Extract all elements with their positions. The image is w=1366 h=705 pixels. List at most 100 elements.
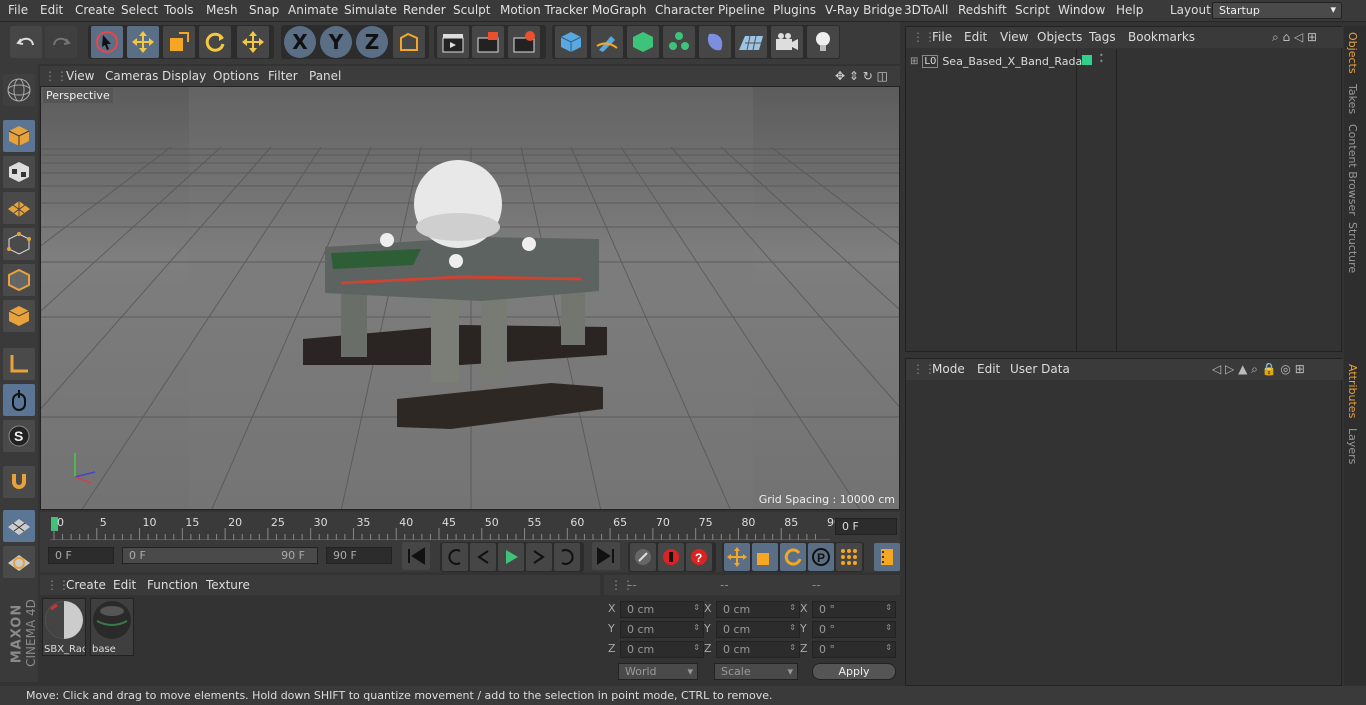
tweak-mode-button[interactable] [3, 384, 35, 416]
pen-spline-button[interactable] [591, 26, 623, 58]
menu-vray-bridge[interactable]: V-Ray Bridge [825, 3, 902, 17]
menu-3dtoall[interactable]: 3DToAll [904, 3, 948, 17]
stepper-icon[interactable]: ⇕ [693, 643, 700, 652]
polygons-mode-button[interactable] [3, 300, 35, 332]
material-menu-create[interactable]: Create [66, 578, 106, 592]
floor-button[interactable] [735, 26, 767, 58]
previous-key-button[interactable] [442, 543, 468, 571]
menu-motion-tracker[interactable]: Motion Tracker [500, 3, 588, 17]
material-swatch[interactable]: base [90, 598, 134, 656]
tab-content-browser[interactable]: Content Browser [1346, 124, 1359, 216]
stepper-icon[interactable]: ⇕ [693, 623, 700, 632]
tab-takes[interactable]: Takes [1346, 84, 1359, 114]
menu-window[interactable]: Window [1058, 3, 1105, 17]
menu-help[interactable]: Help [1116, 3, 1143, 17]
menu-mograph[interactable]: MoGraph [592, 3, 647, 17]
coord-size-mode-select[interactable]: Scale ▾ [714, 663, 798, 680]
go-to-start-button[interactable] [402, 542, 430, 570]
apply-button[interactable]: Apply [812, 663, 896, 680]
menu-tools[interactable]: Tools [164, 3, 194, 17]
menu-sculpt[interactable]: Sculpt [453, 3, 490, 17]
timeline-ruler[interactable]: 0 5 10 15 20 25 30 35 40 45 50 55 60 65 70 75 80 85 90 0 F [40, 512, 900, 542]
tab-attributes[interactable]: Attributes [1346, 364, 1359, 418]
coord-mode-select[interactable]: World ▾ [618, 663, 698, 680]
menu-redshift[interactable]: Redshift [958, 3, 1007, 17]
play-button[interactable] [498, 543, 524, 571]
menu-pipeline[interactable]: Pipeline [718, 3, 765, 17]
viewport-menu-cameras[interactable]: Cameras [105, 69, 158, 83]
workplane-lock-button[interactable] [3, 510, 35, 542]
y-axis-button[interactable]: Y [320, 26, 352, 58]
record-active-button[interactable] [658, 543, 684, 571]
rotate-tool-button[interactable] [199, 26, 231, 58]
texture-mode-button[interactable] [3, 156, 35, 188]
current-frame-field[interactable]: 0 F [835, 518, 897, 535]
size-field[interactable]: 0 cm ⇕ [716, 621, 800, 638]
autokey-button[interactable]: ? [686, 543, 712, 571]
perspective-viewport[interactable]: Perspective Grid Spacing : 10000 cm [40, 86, 900, 510]
stepper-icon[interactable]: ⇕ [885, 603, 892, 612]
scale-tool-button[interactable] [163, 26, 195, 58]
object-nav-icons[interactable]: ⌕ ⌂ ◁ ⊞ [1272, 30, 1317, 45]
menu-plugins[interactable]: Plugins [773, 3, 816, 17]
material-menu-texture[interactable]: Texture [206, 578, 250, 592]
size-field[interactable]: 0 cm ⇕ [716, 601, 800, 618]
tab-objects[interactable]: Objects [1346, 32, 1359, 74]
frame-range-slider[interactable]: 0 F 90 F [122, 547, 318, 564]
stepper-icon[interactable]: ⇕ [789, 623, 796, 632]
next-key-button[interactable] [554, 543, 580, 571]
recent-tool-button[interactable] [237, 26, 269, 58]
material-swatch[interactable]: SBX_Rac [42, 598, 86, 656]
deformer-button[interactable] [699, 26, 731, 58]
layout-select[interactable]: Startup ▾ [1212, 2, 1342, 19]
position-field[interactable]: 0 cm ⇕ [620, 601, 704, 618]
object-menu-edit[interactable]: Edit [964, 30, 987, 44]
menu-animate[interactable]: Animate [288, 3, 338, 17]
key-position-button[interactable] [724, 543, 750, 571]
live-selection-button[interactable] [91, 26, 123, 58]
go-to-end-button[interactable] [592, 542, 620, 570]
enable-snap-button[interactable] [3, 466, 35, 498]
menu-create[interactable]: Create [75, 3, 115, 17]
undo-button[interactable] [10, 26, 42, 58]
axis-mode-button[interactable] [3, 348, 35, 380]
menu-snap[interactable]: Snap [249, 3, 279, 17]
menu-character[interactable]: Character [655, 3, 714, 17]
position-field[interactable]: 0 cm ⇕ [620, 641, 704, 658]
model-mode-button[interactable] [3, 120, 35, 152]
light-button[interactable] [807, 26, 839, 58]
rotation-field[interactable]: 0 ° ⇕ [812, 641, 896, 658]
menu-script[interactable]: Script [1015, 3, 1050, 17]
layer-color-tag[interactable] [1082, 55, 1092, 65]
points-mode-button[interactable] [3, 228, 35, 260]
stepper-icon[interactable]: ⇕ [789, 603, 796, 612]
viewport-menu-options[interactable]: Options [213, 69, 259, 83]
cloner-button[interactable] [663, 26, 695, 58]
cube-button[interactable] [555, 26, 587, 58]
expand-icon[interactable]: ⊞ [910, 56, 918, 67]
render-settings-button[interactable] [508, 26, 540, 58]
timeline-window-button[interactable] [874, 543, 900, 571]
menu-render[interactable]: Render [403, 3, 446, 17]
key-scale-button[interactable] [752, 543, 778, 571]
menu-simulate[interactable]: Simulate [344, 3, 397, 17]
previous-frame-button[interactable] [470, 543, 496, 571]
object-menu-tags[interactable]: Tags [1089, 30, 1116, 44]
z-axis-button[interactable]: Z [356, 26, 388, 58]
stepper-icon[interactable]: ⇕ [885, 643, 892, 652]
material-menu-edit[interactable]: Edit [113, 578, 136, 592]
viewport-menu-panel[interactable]: Panel [309, 69, 341, 83]
attribute-menu-user-data[interactable]: User Data [1010, 362, 1070, 376]
menu-select[interactable]: Select [121, 3, 158, 17]
viewport-menu-view[interactable]: View [66, 69, 94, 83]
menu-mesh[interactable]: Mesh [206, 3, 238, 17]
size-field[interactable]: 0 cm ⇕ [716, 641, 800, 658]
camera-label[interactable]: Perspective [43, 88, 113, 103]
move-tool-button[interactable] [127, 26, 159, 58]
rotation-field[interactable]: 0 ° ⇕ [812, 621, 896, 638]
attribute-nav-icons[interactable]: ◁ ▷ ▲ ⌕ 🔒 ◎ ⊞ [1212, 362, 1305, 377]
rotation-field[interactable]: 0 ° ⇕ [812, 601, 896, 618]
attribute-menu-edit[interactable]: Edit [977, 362, 1000, 376]
end-frame-field[interactable]: 90 F [326, 547, 392, 564]
redo-button[interactable] [45, 26, 77, 58]
